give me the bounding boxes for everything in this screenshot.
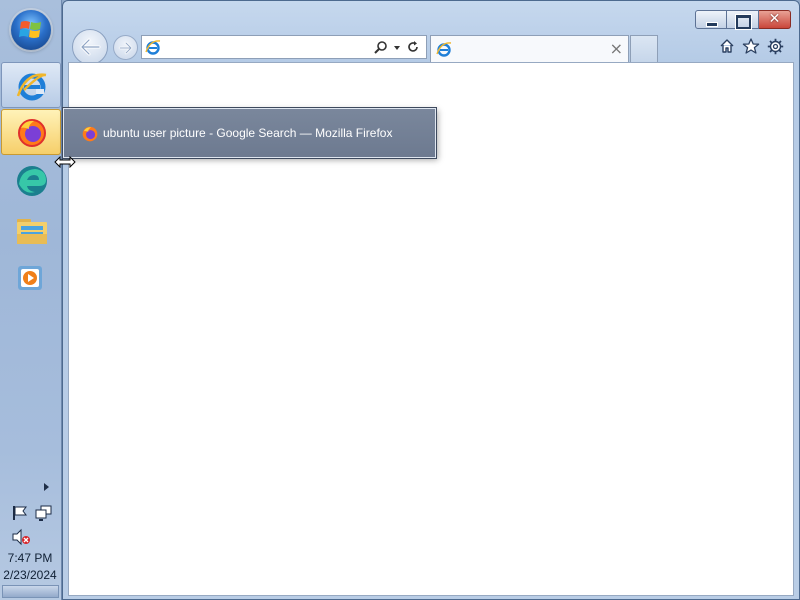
- edge-icon: [17, 166, 47, 196]
- start-button[interactable]: [11, 10, 51, 50]
- show-hidden-icons-arrow[interactable]: [44, 483, 49, 491]
- network-icon[interactable]: [35, 504, 53, 522]
- refresh-icon[interactable]: [406, 40, 420, 54]
- caption-buttons: ✕: [695, 10, 791, 30]
- resize-cursor-icon: [54, 156, 76, 168]
- ie-page-icon: [145, 40, 161, 55]
- taskbar-file-explorer-button[interactable]: [1, 207, 61, 253]
- maximize-button[interactable]: [727, 10, 759, 30]
- back-button[interactable]: [72, 29, 108, 65]
- close-icon: ✕: [768, 11, 781, 27]
- media-player-icon: [18, 266, 42, 290]
- new-tab-button[interactable]: [630, 35, 658, 62]
- thumbnail-window-title: ubuntu user picture - Google Search — Mo…: [103, 126, 393, 140]
- firefox-icon: [18, 119, 46, 147]
- show-desktop-button[interactable]: [2, 585, 59, 598]
- clock-date[interactable]: 2/23/2024: [0, 568, 60, 582]
- back-arrow-icon: [80, 38, 101, 56]
- forward-arrow-icon: [118, 41, 132, 54]
- browser-window: ✕ ×: [62, 0, 800, 600]
- volume-muted-icon[interactable]: [11, 528, 31, 546]
- ie-tab-icon: [436, 42, 452, 57]
- favorites-star-icon[interactable]: [742, 38, 760, 54]
- address-input[interactable]: [164, 38, 364, 56]
- forward-button[interactable]: [113, 35, 138, 60]
- taskbar-edge-button[interactable]: [1, 157, 61, 203]
- browser-tab[interactable]: ×: [430, 35, 629, 63]
- close-button[interactable]: ✕: [759, 10, 791, 29]
- taskbar: 7:47 PM 2/23/2024: [0, 0, 62, 600]
- address-dropdown-icon[interactable]: [394, 46, 400, 50]
- clock-time[interactable]: 7:47 PM: [0, 551, 60, 565]
- taskbar-thumbnail-popup[interactable]: ubuntu user picture - Google Search — Mo…: [63, 108, 436, 158]
- action-center-flag-icon[interactable]: [11, 504, 29, 522]
- firefox-icon: [82, 126, 98, 142]
- home-icon[interactable]: [719, 38, 735, 54]
- search-icon[interactable]: [374, 40, 388, 54]
- taskbar-internet-explorer-button[interactable]: [1, 62, 61, 108]
- settings-gear-icon[interactable]: [767, 38, 784, 55]
- taskbar-firefox-button[interactable]: [1, 109, 61, 155]
- address-bar[interactable]: [141, 35, 427, 59]
- windows-logo-icon: [19, 21, 41, 38]
- internet-explorer-icon: [16, 73, 47, 101]
- tab-close-icon[interactable]: ×: [610, 39, 623, 58]
- folder-icon: [17, 219, 47, 244]
- minimize-button[interactable]: [695, 10, 727, 29]
- taskbar-media-player-button[interactable]: [1, 255, 61, 301]
